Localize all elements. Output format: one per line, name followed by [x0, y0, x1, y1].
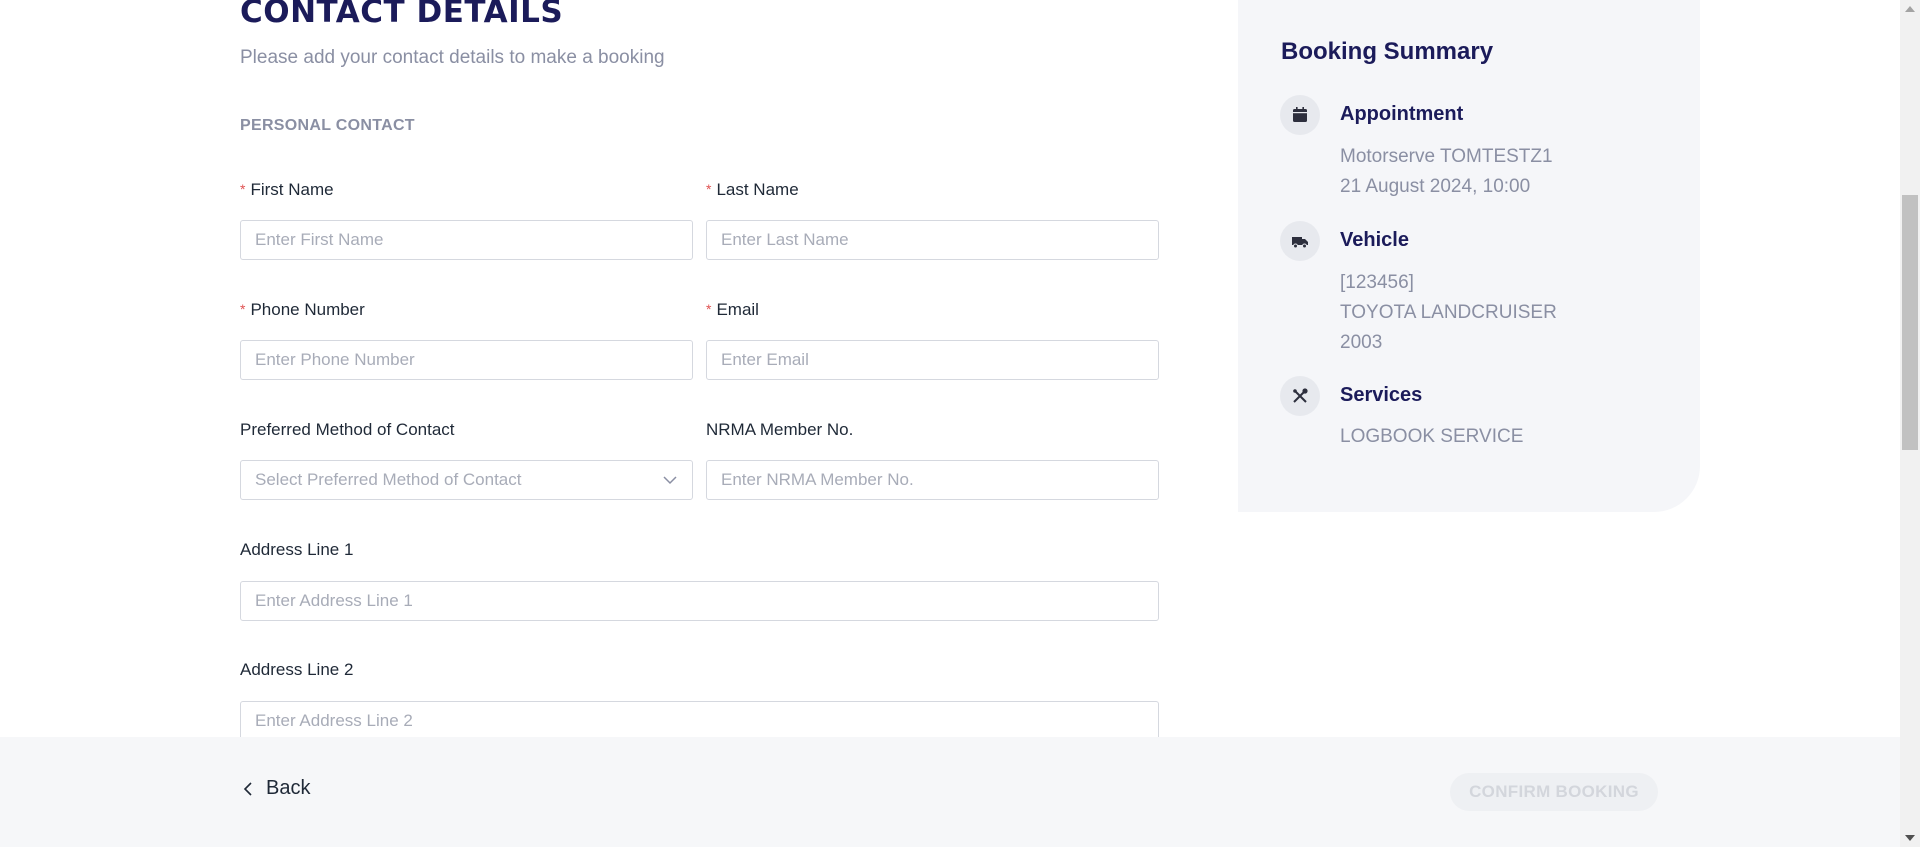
last-name-label-text: Last Name	[716, 180, 799, 199]
chevron-down-icon	[663, 476, 677, 485]
chevron-left-icon	[243, 781, 252, 796]
page-subtitle: Please add your contact details to make …	[240, 47, 665, 68]
phone-label-text: Phone Number	[250, 300, 365, 319]
vehicle-heading: Vehicle	[1340, 229, 1409, 251]
required-marker: *	[706, 181, 712, 197]
required-marker: *	[240, 301, 246, 317]
booking-summary-card: Booking Summary Appointment Motorserve T…	[1238, 0, 1700, 512]
page-title: CONTACT DETAILS	[240, 0, 564, 30]
email-label: * Email	[706, 300, 759, 320]
address1-input[interactable]	[240, 581, 1159, 621]
contact-method-select[interactable]: Select Preferred Method of Contact	[240, 460, 693, 500]
address1-label: Address Line 1	[240, 540, 354, 559]
appointment-location: Motorserve TOMTESTZ1	[1340, 146, 1553, 167]
scrollbar[interactable]	[1900, 0, 1920, 847]
email-input[interactable]	[706, 340, 1159, 380]
address2-label: Address Line 2	[240, 660, 354, 679]
first-name-label: * First Name	[240, 180, 334, 200]
first-name-input[interactable]	[240, 220, 693, 260]
footer-bar: Back CONFIRM BOOKING	[0, 737, 1900, 847]
phone-input[interactable]	[240, 340, 693, 380]
services-heading: Services	[1340, 384, 1423, 406]
page: CONTACT DETAILS Please add your contact …	[0, 0, 1900, 847]
back-button[interactable]: Back	[240, 777, 310, 800]
scrollbar-thumb[interactable]	[1902, 195, 1918, 450]
calendar-icon	[1280, 95, 1320, 135]
services-item: LOGBOOK SERVICE	[1340, 426, 1524, 447]
vehicle-year: 2003	[1340, 332, 1383, 353]
confirm-booking-button[interactable]: CONFIRM BOOKING	[1450, 773, 1658, 811]
phone-label: * Phone Number	[240, 300, 365, 320]
appointment-datetime: 21 August 2024, 10:00	[1340, 176, 1531, 197]
contact-method-placeholder: Select Preferred Method of Contact	[255, 470, 522, 489]
booking-summary-title: Booking Summary	[1281, 38, 1494, 65]
vehicle-model: TOYOTA LANDCRUISER	[1340, 302, 1557, 323]
back-button-label: Back	[266, 777, 311, 799]
tools-icon	[1280, 376, 1320, 416]
required-marker: *	[706, 301, 712, 317]
contact-method-label: Preferred Method of Contact	[240, 420, 455, 439]
required-marker: *	[240, 181, 246, 197]
nrma-input[interactable]	[706, 460, 1159, 500]
nrma-label: NRMA Member No.	[706, 420, 854, 439]
appointment-heading: Appointment	[1340, 103, 1464, 125]
email-label-text: Email	[716, 300, 759, 319]
vehicle-rego: [123456]	[1340, 272, 1414, 293]
last-name-input[interactable]	[706, 220, 1159, 260]
address2-input[interactable]	[240, 701, 1159, 741]
section-title-personal-contact: PERSONAL CONTACT	[240, 117, 415, 134]
scroll-down-arrow[interactable]	[1905, 835, 1915, 841]
first-name-label-text: First Name	[250, 180, 334, 199]
truck-icon	[1280, 221, 1320, 261]
last-name-label: * Last Name	[706, 180, 799, 200]
scroll-up-arrow[interactable]	[1905, 6, 1915, 12]
